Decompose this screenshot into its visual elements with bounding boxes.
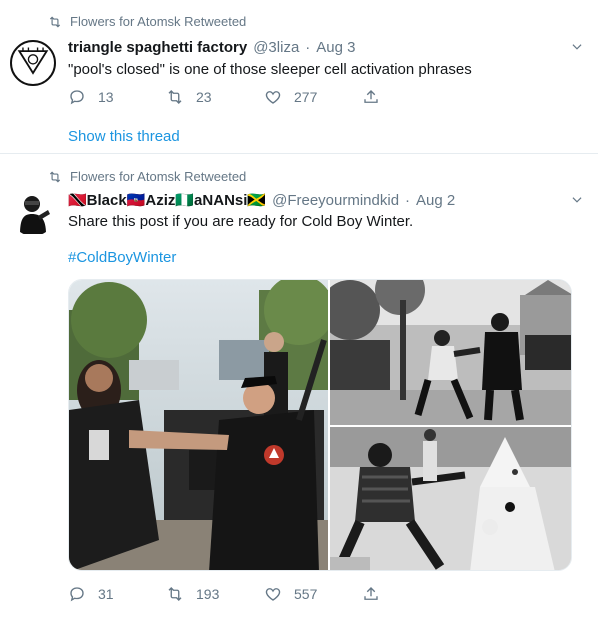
photo-image — [330, 280, 571, 425]
triangle-logo-icon — [17, 47, 49, 75]
reply-count: 13 — [98, 89, 114, 105]
retweeted-label-text: Flowers for Atomsk Retweeted — [70, 169, 247, 184]
tweet-text: Share this post if you are ready for Col… — [68, 213, 414, 230]
user-handle[interactable]: @Freeyourmindkid — [272, 192, 399, 209]
chevron-down-icon[interactable] — [570, 193, 584, 207]
photo-street-punch[interactable] — [330, 280, 571, 425]
separator: · — [405, 192, 411, 209]
retweeted-label: Flowers for Atomsk Retweeted — [48, 169, 246, 184]
display-name[interactable]: triangle spaghetti factory — [68, 39, 247, 56]
user-handle[interactable]: @3liza — [253, 39, 299, 56]
tweet-date[interactable]: Aug 2 — [416, 192, 455, 209]
like-button[interactable]: 557 — [264, 585, 362, 603]
person-silhouette-icon — [10, 190, 56, 236]
tweet-text: "pool's closed" is one of those sleeper … — [68, 61, 472, 78]
media-grid[interactable] — [68, 279, 572, 571]
avatar[interactable] — [10, 190, 56, 236]
share-icon — [364, 587, 378, 600]
photo-street-fight[interactable] — [69, 280, 328, 570]
retweet-count: 193 — [196, 586, 220, 602]
like-icon — [265, 588, 281, 601]
retweet-button[interactable]: 193 — [166, 585, 264, 603]
share-button[interactable] — [362, 585, 460, 603]
tweet-header: triangle spaghetti factory @3liza · Aug … — [68, 39, 355, 56]
retweet-count: 23 — [196, 89, 212, 105]
hashtag-link[interactable]: #ColdBoyWinter — [68, 249, 176, 266]
reply-icon — [70, 90, 84, 105]
share-icon — [364, 90, 378, 103]
retweeted-label: Flowers for Atomsk Retweeted — [48, 14, 246, 29]
like-button[interactable]: 277 — [264, 88, 362, 106]
tweet[interactable]: Flowers for Atomsk Retweeted 🇹🇹Black🇭🇹Az… — [0, 155, 598, 618]
reply-button[interactable]: 13 — [68, 88, 166, 106]
avatar[interactable] — [10, 40, 56, 86]
retweet-button[interactable]: 23 — [166, 88, 264, 106]
retweet-icon — [49, 171, 61, 182]
reply-icon — [70, 587, 84, 602]
display-name[interactable]: 🇹🇹Black🇭🇹Aziz🇳🇬aNANsi🇯🇲 — [68, 191, 266, 209]
photo-image — [330, 427, 571, 570]
like-count: 557 — [294, 586, 318, 602]
like-icon — [265, 91, 281, 104]
retweet-icon — [168, 587, 182, 601]
share-button[interactable] — [362, 88, 460, 106]
retweet-icon — [168, 90, 182, 104]
retweet-icon — [49, 16, 61, 27]
tweet-actions: 31 193 557 — [68, 585, 460, 603]
chevron-down-icon[interactable] — [570, 40, 584, 54]
like-count: 277 — [294, 89, 318, 105]
retweeted-label-text: Flowers for Atomsk Retweeted — [70, 14, 247, 29]
photo-image — [69, 280, 328, 570]
tweet[interactable]: Flowers for Atomsk Retweeted triangle sp… — [0, 0, 598, 154]
tweet-actions: 13 23 277 — [68, 88, 460, 106]
reply-button[interactable]: 31 — [68, 585, 166, 603]
tweet-header: 🇹🇹Black🇭🇹Aziz🇳🇬aNANsi🇯🇲 @Freeyourmindkid… — [68, 191, 455, 209]
tweet-date[interactable]: Aug 3 — [316, 39, 355, 56]
separator: · — [305, 39, 311, 56]
show-thread-link[interactable]: Show this thread — [68, 128, 180, 145]
reply-count: 31 — [98, 586, 114, 602]
photo-field-punch[interactable] — [330, 427, 571, 570]
